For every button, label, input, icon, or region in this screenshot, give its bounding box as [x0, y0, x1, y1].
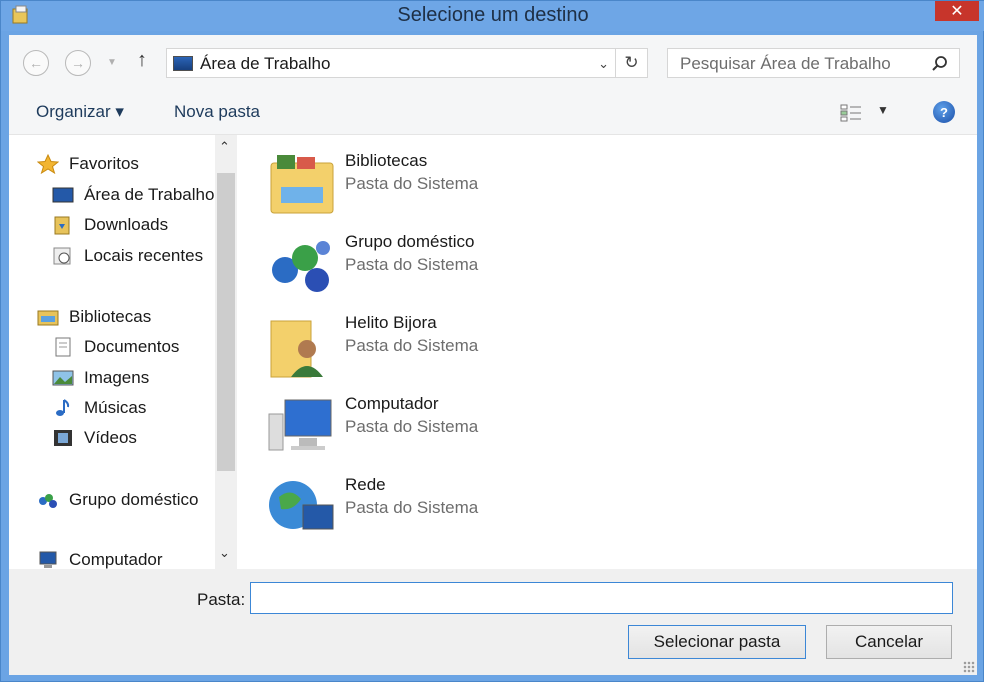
entry-name: Grupo doméstico [345, 232, 475, 251]
folder-label: Pasta: [197, 590, 246, 609]
view-options-icon[interactable] [839, 103, 865, 123]
cancel-button[interactable]: Cancelar [826, 625, 952, 659]
address-bar[interactable]: Área de Trabalho ⌄ [166, 48, 616, 78]
network-icon [269, 481, 334, 530]
sidebar-item-label: Favoritos [69, 154, 139, 173]
navigation-pane: Favoritos Área de Trabalho Downloads Loc… [9, 135, 237, 569]
sidebar-item-label: Bibliotecas [69, 307, 152, 326]
dialog-client: ← → ▼ ↑ Área de Trabalho ⌄ ↻ Pesquisar Á… [9, 35, 977, 675]
select-folder-button[interactable]: Selecionar pasta [628, 625, 806, 659]
sidebar-item-videos[interactable]: Vídeos [54, 428, 137, 448]
entry-name: Computador [345, 394, 439, 413]
homegroup-icon [272, 241, 330, 292]
list-item-grupo-domestico[interactable]: Grupo doméstico Pasta do Sistema [267, 226, 567, 302]
up-arrow-icon[interactable]: ↑ [137, 49, 147, 72]
entry-type: Pasta do Sistema [345, 336, 479, 355]
sidebar-item-bibliotecas[interactable]: Bibliotecas [37, 307, 152, 327]
chevron-down-icon[interactable]: ⌄ [219, 545, 230, 561]
sidebar-item-downloads[interactable]: Downloads [54, 215, 169, 235]
music-icon [56, 399, 70, 416]
sidebar-item-label: Locais recentes [84, 246, 204, 265]
sidebar-item-favoritos[interactable]: Favoritos [37, 154, 139, 174]
sidebar-item-label: Músicas [84, 398, 147, 417]
search-placeholder: Pesquisar Área de Trabalho [680, 54, 891, 73]
entry-name: Bibliotecas [345, 151, 428, 170]
dialog-window: Selecione um destino ✕ ← → ▼ ↑ Área de T… [0, 0, 984, 682]
sidebar-item-imagens[interactable]: Imagens [52, 368, 150, 388]
sidebar-item-label: Grupo doméstico [69, 490, 199, 509]
sidebar-item-label: Documentos [84, 337, 180, 356]
sidebar-item-label: Área de Trabalho [84, 185, 215, 204]
sidebar-item-area-de-trabalho[interactable]: Área de Trabalho [52, 185, 215, 205]
sidebar-item-label: Downloads [84, 215, 169, 234]
list-item-bibliotecas[interactable]: Bibliotecas Pasta do Sistema [267, 145, 567, 221]
sidebar-item-computador[interactable]: Computador [39, 550, 163, 570]
downloads-icon [54, 216, 70, 235]
address-value: Área de Trabalho [200, 54, 331, 73]
sidebar-item-documentos[interactable]: Documentos [55, 337, 180, 357]
computer-icon [268, 399, 332, 451]
window-title: Selecione um destino [397, 4, 589, 26]
entry-type: Pasta do Sistema [345, 174, 479, 193]
libraries-folder-icon [270, 155, 334, 214]
help-icon[interactable]: ? [933, 101, 955, 123]
organize-menu[interactable]: Organizar ▾ [36, 102, 124, 122]
list-item-rede[interactable]: Rede Pasta do Sistema [267, 469, 567, 545]
search-icon[interactable] [931, 55, 949, 73]
navigation-bar: ← → ▼ ↑ Área de Trabalho ⌄ ↻ Pesquisar Á… [9, 35, 977, 91]
documents-icon [55, 337, 71, 357]
dialog-footer: Pasta: Selecionar pasta Cancelar [9, 569, 977, 675]
star-icon [37, 154, 59, 174]
sidebar-item-label: Computador [69, 550, 163, 569]
sidebar-item-musicas[interactable]: Músicas [56, 398, 147, 418]
sidebar-item-locais-recentes[interactable]: Locais recentes [53, 246, 204, 266]
chevron-down-icon[interactable]: ⌄ [598, 56, 609, 72]
list-item-helito-bijora[interactable]: Helito Bijora Pasta do Sistema [267, 307, 567, 383]
back-arrow-icon[interactable]: ← [23, 50, 49, 76]
close-button[interactable]: ✕ [935, 1, 979, 21]
libraries-icon [37, 310, 59, 326]
scroll-thumb[interactable] [217, 173, 235, 471]
homegroup-icon [39, 494, 57, 508]
new-folder-button[interactable]: Nova pasta [174, 102, 260, 122]
desktop-icon [52, 187, 74, 203]
folder-name-input[interactable] [250, 582, 953, 614]
title-bar[interactable]: Selecione um destino ✕ [1, 1, 984, 31]
computer-icon [39, 551, 57, 568]
folder-list: Bibliotecas Pasta do Sistema Grupo domés… [237, 135, 977, 569]
entry-type: Pasta do Sistema [345, 417, 479, 436]
entry-name: Helito Bijora [345, 313, 437, 332]
recent-places-icon [53, 247, 71, 265]
entry-type: Pasta do Sistema [345, 255, 479, 274]
entry-type: Pasta do Sistema [345, 498, 479, 517]
forward-arrow-icon[interactable]: → [65, 50, 91, 76]
videos-icon [54, 430, 72, 446]
search-input[interactable]: Pesquisar Área de Trabalho [667, 48, 960, 78]
entry-name: Rede [345, 475, 386, 494]
refresh-icon[interactable]: ↻ [616, 48, 648, 78]
pictures-icon [52, 370, 74, 386]
command-bar: Organizar ▾ Nova pasta ▼ ? [9, 91, 977, 135]
resize-grip[interactable] [963, 661, 975, 673]
user-folder-icon [270, 320, 323, 378]
chevron-up-icon[interactable]: ⌃ [219, 139, 230, 155]
desktop-icon [173, 56, 193, 71]
sidebar-item-label: Imagens [84, 368, 150, 387]
sidebar-scrollbar[interactable]: ⌃ ⌄ [215, 135, 237, 569]
list-item-computador[interactable]: Computador Pasta do Sistema [267, 388, 567, 464]
sidebar-item-grupo-domestico[interactable]: Grupo doméstico [39, 490, 199, 510]
view-dropdown-icon[interactable]: ▼ [877, 103, 889, 117]
sidebar-item-label: Vídeos [84, 428, 137, 447]
recent-locations-dropdown-icon[interactable]: ▼ [107, 57, 117, 68]
